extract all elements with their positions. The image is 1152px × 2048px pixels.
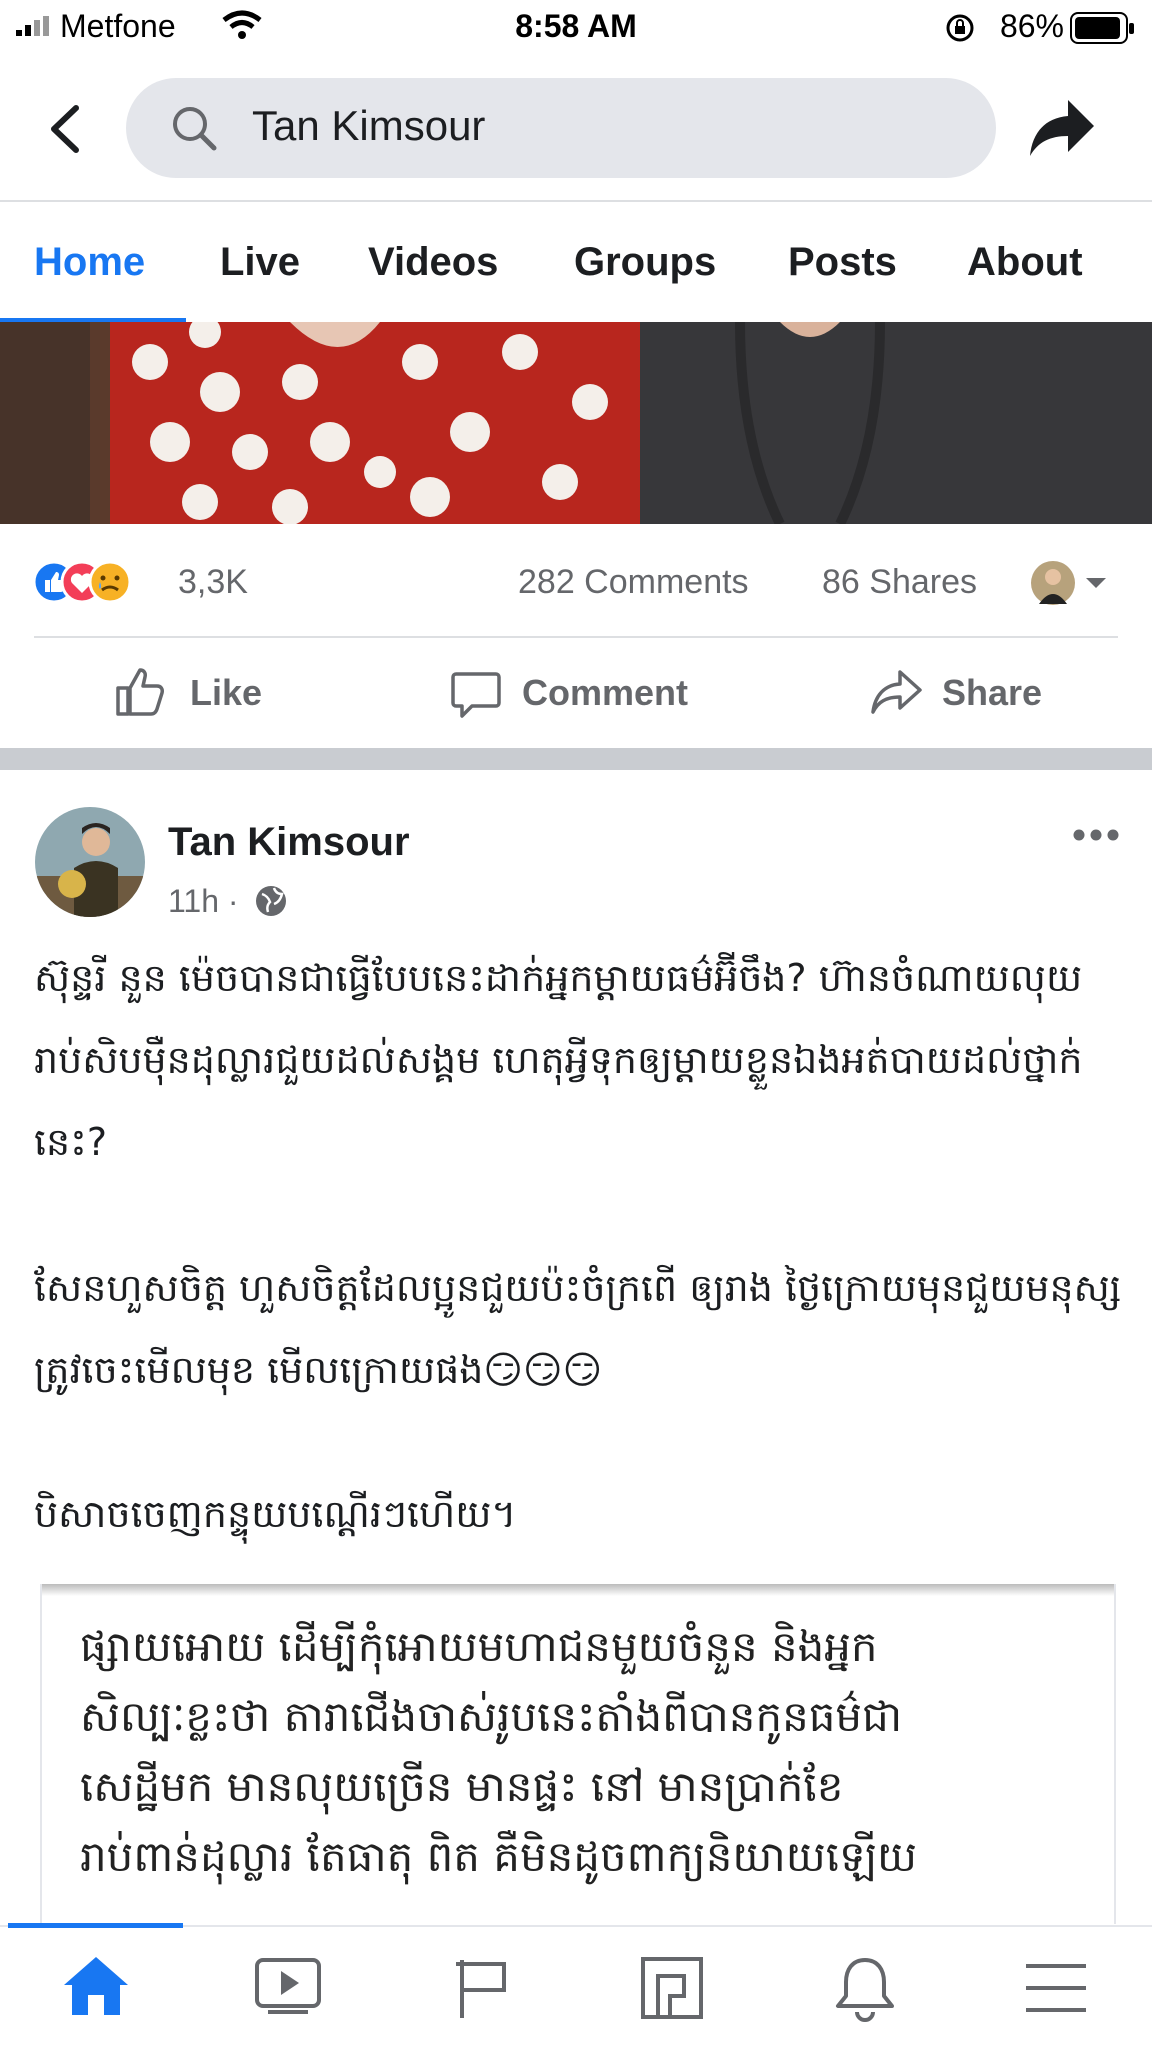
status-time: 8:58 AM (515, 8, 637, 44)
post-image-line: សិល្បៈខ្លះថា តារាជើងចាស់រូបនេះតាំងពីបានក… (80, 1692, 903, 1741)
share-icon (871, 670, 922, 714)
post-author-name[interactable]: Tan Kimsour (168, 820, 410, 865)
tab-posts[interactable]: Posts (788, 240, 897, 285)
pages-flag-icon[interactable] (454, 1956, 510, 2020)
active-nav-indicator (8, 1923, 183, 1928)
post-image-line: ផ្សាយអោយ ដើម្បីកុំអោយមហាជនមួយចំនួន និងអ្… (80, 1622, 878, 1671)
like-label: Like (190, 672, 263, 713)
marketplace-icon[interactable] (640, 1956, 704, 2020)
rotation-lock-icon (946, 14, 974, 42)
share-button[interactable]: Share (866, 660, 1066, 726)
comment-button[interactable]: Comment (446, 660, 726, 726)
back-arrow-icon[interactable] (46, 104, 82, 154)
share-label: Share (942, 672, 1043, 713)
tab-groups[interactable]: Groups (574, 240, 716, 285)
post-photo[interactable] (0, 322, 1152, 524)
comment-label: Comment (522, 672, 689, 713)
tab-about[interactable]: About (967, 240, 1083, 285)
watch-icon[interactable] (254, 1957, 322, 2015)
bottom-navigation (0, 1925, 1152, 2048)
post-image-line: សេដ្ឋីមក មានលុយច្រើន មានផ្ទះ នៅ មានប្រាក… (80, 1762, 844, 1811)
home-icon[interactable] (62, 1955, 130, 2017)
feedback-divider (34, 636, 1118, 638)
thumbs-up-icon (116, 668, 164, 716)
author-avatar[interactable] (34, 806, 146, 918)
post-paragraph: បិសាចចេញកន្ទុយបណ្តើរៗហើយ។ (34, 1492, 517, 1536)
battery-percent: 86% (999, 8, 1064, 44)
more-options-icon[interactable] (1072, 828, 1120, 842)
header-divider (0, 200, 1152, 202)
menu-icon[interactable] (1024, 1962, 1088, 2014)
battery-icon (1070, 12, 1134, 44)
image-top-edge (42, 1584, 1114, 1596)
search-input[interactable]: Tan Kimsour (252, 102, 485, 150)
reaction-count[interactable]: 3,3K (178, 563, 248, 602)
post-image-text: ផ្សាយអោយ ដើម្បីកុំអោយមហាជនមួយចំនួន និងអ្… (80, 1612, 1110, 1892)
comment-icon (451, 672, 501, 718)
comments-count[interactable]: 282 Comments (518, 563, 749, 602)
tab-live[interactable]: Live (220, 240, 300, 285)
post-image[interactable]: ផ្សាយអោយ ដើម្បីកុំអោយមហាជនមួយចំនួន និងអ្… (40, 1584, 1116, 1924)
share-as-avatar[interactable] (1030, 560, 1076, 606)
post-paragraph: សែនហួសចិត្ត ហួសចិត្តដែលប្អូនជួយប៉ះចំក្រព… (34, 1266, 1122, 1392)
tab-home[interactable]: Home (34, 240, 145, 285)
search-icon (173, 107, 217, 151)
post-timestamp[interactable]: 11h · (168, 883, 239, 920)
like-button[interactable]: Like (110, 660, 310, 726)
chevron-down-icon[interactable] (1084, 576, 1108, 590)
notifications-bell-icon[interactable] (832, 1954, 898, 2022)
tab-videos[interactable]: Videos (368, 240, 498, 285)
status-bar: Metfone 8:58 AM 86% (0, 0, 1152, 60)
share-arrow-icon[interactable] (1028, 96, 1098, 160)
post-photo-image (0, 322, 1152, 524)
feed-separator (0, 748, 1152, 770)
post-paragraph: ស៊ុន្ទរី នួន ម៉េចបានជាធ្វើបែបនេះដាក់អ្នក… (34, 956, 1083, 1164)
globe-icon (256, 886, 286, 916)
reaction-icons[interactable] (32, 560, 132, 604)
shares-count[interactable]: 86 Shares (822, 563, 977, 602)
post-image-line: រាប់ពាន់ដុល្លារ តែធាតុ ពិត គឺមិនដូចពាក្យ… (80, 1832, 917, 1881)
